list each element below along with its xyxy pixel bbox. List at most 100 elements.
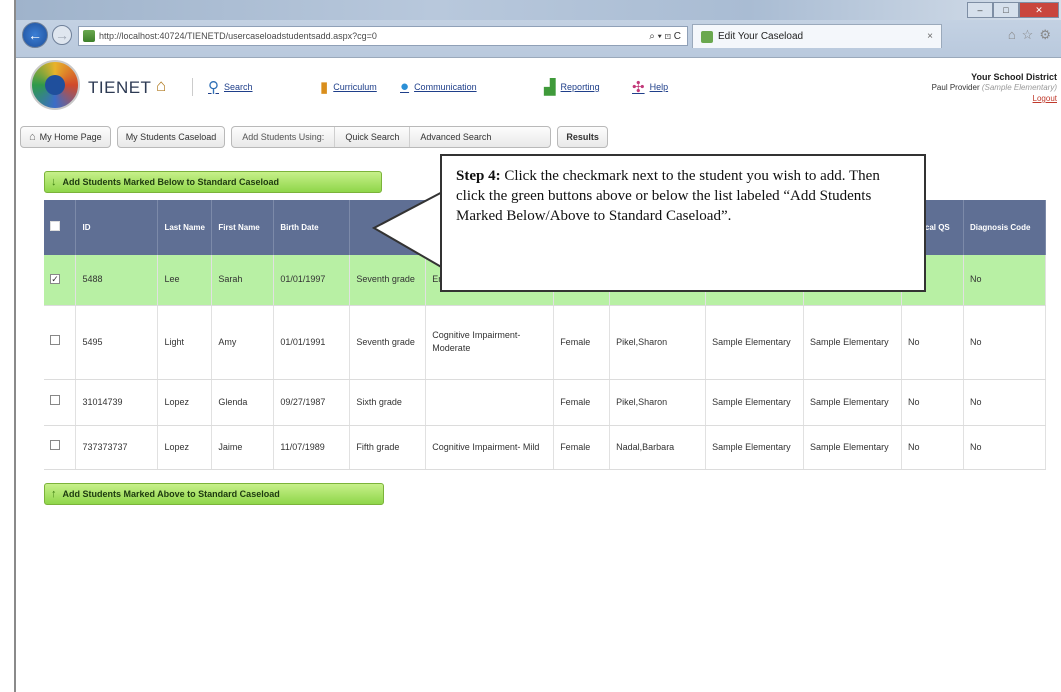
table-row[interactable]: 31014739 Lopez Glenda 09/27/1987 Sixth g… — [44, 379, 1047, 426]
crumb-caseload[interactable]: My Students Caseload — [116, 126, 226, 148]
select-all-header[interactable] — [44, 200, 77, 255]
url-text: http://localhost:40724/TIENETD/usercasel… — [99, 31, 377, 41]
logout-link[interactable]: Logout — [1033, 94, 1057, 103]
cell-last: Lee — [157, 255, 213, 306]
cell-id: 5495 — [75, 305, 159, 380]
add-students-below-button[interactable]: ↓ Add Students Marked Below to Standard … — [44, 171, 382, 193]
nav-communication[interactable]: ● Communication — [400, 78, 477, 95]
instruction-callout: Step 4: Click the checkmark next to the … — [440, 154, 926, 292]
cell-birth: 01/01/1991 — [273, 305, 351, 380]
cell-school-2: Sample Elementary — [803, 305, 902, 380]
cell-diag: No — [963, 379, 1047, 426]
crumb-home[interactable]: ⌂ My Home Page — [20, 126, 111, 148]
cell-provider: Nadal,Barbara — [609, 425, 707, 470]
cell-school: Sample Elementary — [705, 305, 805, 380]
browser-tab[interactable]: Edit Your Caseload × — [692, 24, 942, 48]
header-birth-date[interactable]: Birth Date — [273, 200, 351, 255]
row-checkbox[interactable] — [50, 335, 60, 345]
home-outline-icon: ⌂ — [29, 131, 36, 143]
row-select-cell[interactable] — [44, 305, 77, 380]
header-id[interactable]: ID — [75, 200, 159, 255]
cell-gender: Female — [553, 379, 611, 426]
cell-disability: Cognitive Impairment-Moderate — [425, 305, 555, 380]
header-diagnosis-code[interactable]: Diagnosis Code — [963, 200, 1047, 255]
crumb-add-using-label: Add Students Using: — [232, 127, 336, 147]
nav-search-label: Search — [224, 82, 253, 92]
breadcrumb: ⌂ My Home Page My Students Caseload Add … — [20, 124, 1060, 150]
row-checkbox[interactable] — [50, 395, 60, 405]
row-checkbox-checked[interactable]: ✓ — [50, 274, 60, 285]
provider-name: Paul Provider — [931, 83, 980, 92]
cell-logical: No — [901, 425, 964, 470]
row-checkbox[interactable] — [50, 440, 60, 450]
nav-reporting-label: Reporting — [560, 82, 600, 92]
crumb-advanced-search[interactable]: Advanced Search — [410, 127, 550, 147]
help-icon: ✣ — [632, 79, 645, 96]
nav-search[interactable]: ⚲ Search — [208, 78, 253, 96]
cell-last: Light — [157, 305, 213, 380]
cell-school: Sample Elementary — [705, 425, 805, 470]
cell-school-2: Sample Elementary — [803, 379, 902, 426]
title-bar — [16, 0, 1061, 20]
crumb-add-students-group: Add Students Using: Quick Search Advance… — [231, 126, 552, 148]
header-first-name[interactable]: First Name — [211, 200, 275, 255]
table-row[interactable]: 737373737 Lopez Jaime 11/07/1989 Fifth g… — [44, 425, 1047, 470]
minimize-button[interactable]: – — [967, 2, 993, 18]
crumb-caseload-label: My Students Caseload — [125, 132, 217, 142]
add-below-label: Add Students Marked Below to Standard Ca… — [62, 177, 280, 187]
cell-disability — [425, 379, 555, 426]
favicon-icon — [83, 30, 95, 42]
nav-curriculum-label: Curriculum — [333, 82, 377, 92]
address-bar[interactable]: http://localhost:40724/TIENETD/usercasel… — [78, 26, 688, 46]
nav-help[interactable]: ✣ Help — [632, 78, 668, 96]
nav-reporting[interactable]: ▟ Reporting — [544, 78, 600, 96]
crumb-quick-search[interactable]: Quick Search — [335, 127, 411, 147]
table-row[interactable]: 5495 Light Amy 01/01/1991 Seventh grade … — [44, 305, 1047, 380]
cell-id: 31014739 — [75, 379, 159, 426]
row-select-cell[interactable] — [44, 425, 77, 470]
select-all-checkbox[interactable] — [50, 220, 60, 231]
maximize-button[interactable]: □ — [993, 2, 1019, 18]
cell-logical: No — [901, 379, 964, 426]
book-icon: ▮ — [320, 79, 329, 96]
home-icon[interactable]: ⌂ — [156, 76, 166, 96]
crumb-home-label: My Home Page — [39, 132, 102, 142]
tab-favicon-icon — [701, 30, 713, 43]
chat-bubble-icon: ● — [400, 78, 410, 95]
cell-grade: Seventh grade — [349, 305, 427, 380]
cell-birth: 01/01/1997 — [273, 255, 351, 306]
cell-grade: Fifth grade — [349, 425, 427, 470]
nav-curriculum[interactable]: ▮ Curriculum — [320, 78, 377, 96]
cell-school: Sample Elementary — [705, 379, 805, 426]
window-controls: – □ ✕ — [967, 2, 1059, 18]
provider-school: (Sample Elementary) — [981, 83, 1057, 92]
bar-chart-icon: ▟ — [544, 79, 556, 96]
back-button[interactable]: ← — [22, 22, 48, 48]
header-last-name[interactable]: Last Name — [157, 200, 213, 255]
browser-window: – □ ✕ ← → http://localhost:40724/TIENETD… — [14, 0, 1061, 692]
address-tools[interactable]: ⌕ ▾ ⊡ C — [649, 31, 681, 42]
cell-last: Lopez — [157, 379, 213, 426]
provider-info: Paul Provider (Sample Elementary) — [932, 83, 1057, 92]
row-select-cell[interactable]: ✓ — [44, 255, 77, 306]
cell-gender: Female — [553, 305, 611, 380]
tab-close-icon[interactable]: × — [927, 31, 933, 42]
cell-id: 5488 — [75, 255, 159, 306]
app-header: TIENET ⌂ ⚲ Search ▮ Curriculum ● Communi… — [16, 58, 1061, 120]
forward-button[interactable]: → — [52, 25, 72, 45]
browser-toolbar-icons[interactable]: ⌂☆⚙ — [1008, 27, 1057, 43]
callout-step: Step 4: — [456, 168, 501, 184]
cell-first: Sarah — [211, 255, 275, 306]
arrow-down-icon: ↓ — [51, 176, 57, 188]
cell-school-2: Sample Elementary — [803, 425, 902, 470]
nav-divider — [192, 78, 193, 96]
tab-title: Edit Your Caseload — [718, 31, 804, 42]
cell-birth: 09/27/1987 — [273, 379, 351, 426]
cell-provider: Pikel,Sharon — [609, 379, 707, 426]
add-students-above-button[interactable]: ↑ Add Students Marked Above to Standard … — [44, 483, 384, 505]
crumb-results[interactable]: Results — [557, 126, 608, 148]
brand-name: TIENET — [88, 78, 152, 97]
cell-diag: No — [963, 425, 1047, 470]
close-window-button[interactable]: ✕ — [1019, 2, 1059, 18]
row-select-cell[interactable] — [44, 379, 77, 426]
